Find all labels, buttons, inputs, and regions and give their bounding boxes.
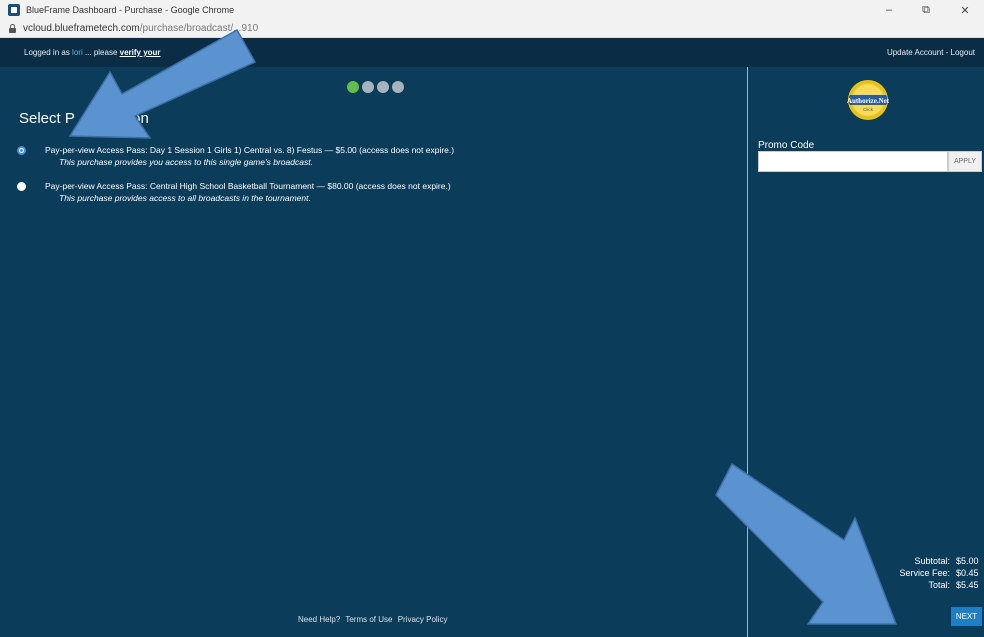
account-links[interactable]: Update Account - Logout <box>887 48 975 57</box>
step-dot-2 <box>362 81 374 93</box>
url-host: vcloud.blueframetech.com <box>23 23 140 34</box>
radio-button[interactable] <box>17 182 26 191</box>
minimize-icon[interactable]: – <box>874 0 904 20</box>
login-middle-text: ... please <box>82 48 120 57</box>
browser-title-bar: BlueFrame Dashboard - Purchase - Google … <box>0 0 984 20</box>
radio-button-selected[interactable] <box>17 146 26 155</box>
seal-text: Authorize.Net <box>847 97 889 105</box>
service-fee-label: Service Fee: <box>899 568 950 578</box>
service-fee-value: $0.45 <box>956 568 979 578</box>
next-button[interactable]: NEXT <box>951 607 982 626</box>
logged-in-prefix: Logged in as <box>24 48 73 57</box>
promo-code-label: Promo Code <box>758 140 815 151</box>
need-help-link[interactable]: Need Help? <box>298 615 340 624</box>
lock-icon[interactable] <box>8 24 17 33</box>
blueframe-app-icon <box>8 4 20 16</box>
option-description: This purchase provides you access to thi… <box>59 157 313 167</box>
url-text[interactable]: vcloud.blueframetech.com/purchase/broadc… <box>23 23 258 34</box>
option-description: This purchase provides access to all bro… <box>59 193 311 203</box>
subtotal-value: $5.00 <box>956 556 979 566</box>
terms-of-use-link[interactable]: Terms of Use <box>345 615 392 624</box>
page-title: Select P ption <box>19 110 149 127</box>
step-indicator <box>347 81 404 93</box>
service-fee-row: Service Fee: $0.45 <box>899 567 984 579</box>
privacy-policy-link[interactable]: Privacy Policy <box>398 615 448 624</box>
step-dot-1 <box>347 81 359 93</box>
step-dot-3 <box>377 81 389 93</box>
url-path: /purchase/broadcast/...910 <box>139 23 259 34</box>
option-label[interactable]: Pay-per-view Access Pass: Central High S… <box>45 181 451 191</box>
account-bar: Logged in as lori ... please verify your… <box>0 38 984 67</box>
authorize-net-seal-icon[interactable]: Authorize.Net Click <box>847 79 889 121</box>
step-dot-4 <box>392 81 404 93</box>
subtotal-row: Subtotal: $5.00 <box>899 555 984 567</box>
verify-link[interactable]: verify your <box>120 48 161 57</box>
seal-sub-text: Click <box>863 107 873 112</box>
order-totals: Subtotal: $5.00 Service Fee: $0.45 Total: $… <box>899 555 984 591</box>
option-label[interactable]: Pay-per-view Access Pass: Day 1 Session … <box>45 145 454 155</box>
purchase-options-panel: Select P ption Pay-per-view Access Pass:… <box>0 67 747 637</box>
total-row: Total: $5.45 <box>899 579 984 591</box>
footer-links: Need Help? Terms of Use Privacy Policy <box>298 615 450 624</box>
address-bar[interactable]: vcloud.blueframetech.com/purchase/broadc… <box>0 20 984 38</box>
close-icon[interactable]: ✕ <box>950 0 980 20</box>
login-status: Logged in as lori ... please verify your <box>24 48 161 57</box>
promo-code-input[interactable] <box>758 151 948 172</box>
total-label: Total: <box>928 580 950 590</box>
window-title: BlueFrame Dashboard - Purchase - Google … <box>26 5 235 15</box>
checkout-sidebar: Authorize.Net Click Promo Code APPLY Sub… <box>748 67 984 637</box>
maximize-icon[interactable]: ⧉ <box>911 0 941 20</box>
username-link[interactable]: lori <box>72 48 83 57</box>
apply-button[interactable]: APPLY <box>948 151 982 172</box>
subtotal-label: Subtotal: <box>914 556 950 566</box>
total-value: $5.45 <box>956 580 979 590</box>
